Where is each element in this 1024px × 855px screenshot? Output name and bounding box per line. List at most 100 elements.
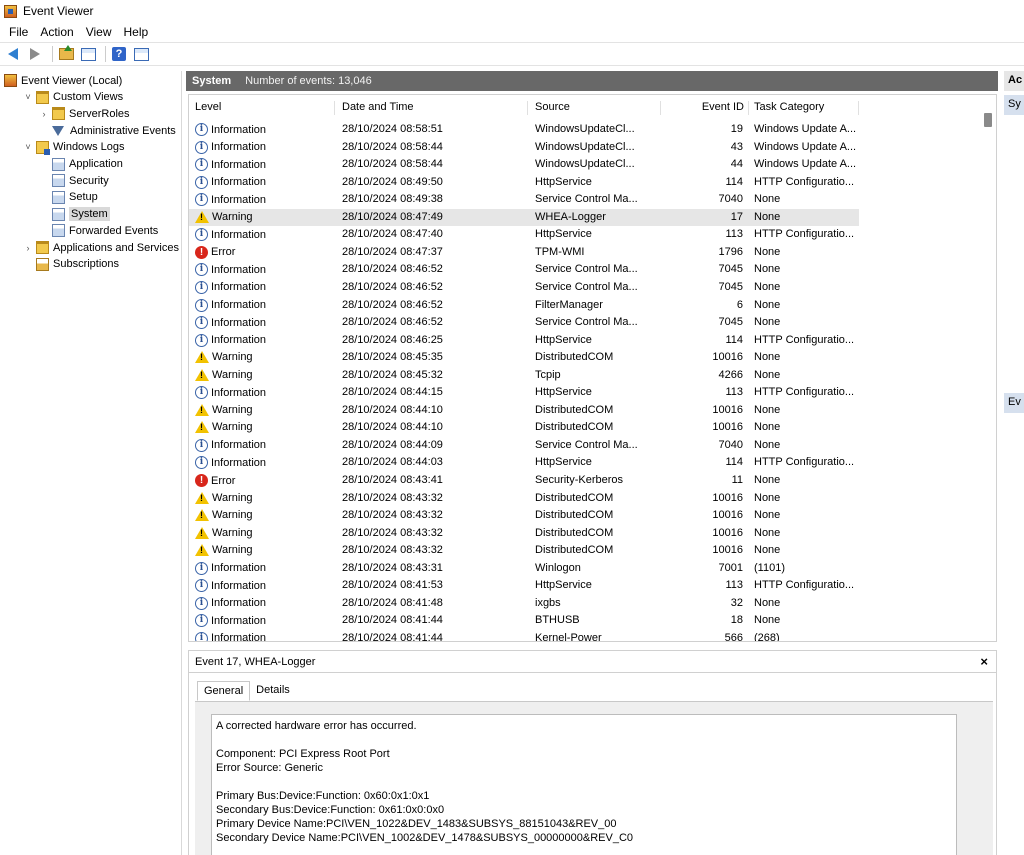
tree-item-event-viewer-local-[interactable]: Event Viewer (Local) — [4, 72, 122, 89]
table-row[interactable]: i Information 28/10/2024 08:47:40 HttpServi… — [189, 226, 859, 244]
column-task-category[interactable]: Task Category — [754, 101, 859, 115]
column-event-id[interactable]: Event ID — [661, 101, 749, 115]
expand-icon[interactable]: › — [22, 243, 34, 253]
table-row[interactable]: Warning 28/10/2024 08:43:32 DistributedCOM… — [189, 507, 859, 525]
folder-up-icon — [58, 45, 74, 60]
table-row[interactable]: i Information 28/10/2024 08:44:03 HttpServi… — [189, 454, 859, 472]
vertical-scrollbar[interactable] — [980, 95, 996, 641]
table-row[interactable]: Warning 28/10/2024 08:47:49 WHEA-Logger 17 N… — [189, 208, 859, 227]
event-id-cell: 10016 — [712, 491, 743, 504]
information-icon: i — [195, 456, 208, 470]
help-button[interactable]: ? — [110, 45, 128, 63]
table-row[interactable]: Warning 28/10/2024 08:44:10 DistributedCOM… — [189, 419, 859, 437]
tree-item-label: Forwarded Events — [69, 224, 159, 237]
column-source[interactable]: Source — [535, 101, 661, 115]
table-row[interactable]: Warning 28/10/2024 08:44:10 DistributedCOM… — [189, 402, 859, 420]
table-row[interactable]: i Information 28/10/2024 08:58:44 WindowsUp… — [189, 139, 859, 157]
task-category-cell: HTTP Configuratio... — [754, 579, 855, 592]
column-level[interactable]: Level — [195, 101, 335, 115]
date-cell: 28/10/2024 08:49:38 — [342, 193, 443, 206]
tree-item-applications-and-services-logs[interactable]: › Applications and Services Logs — [22, 239, 181, 256]
level-cell: i Information — [195, 614, 335, 628]
tree-item-custom-views[interactable]: ˅ Custom Views — [22, 89, 123, 106]
actions-section-system[interactable]: Sy — [1004, 95, 1024, 115]
table-row[interactable]: i Information 28/10/2024 08:46:52 Service C… — [189, 261, 859, 279]
level-cell: i Information — [195, 438, 335, 452]
scrollbar-thumb[interactable] — [984, 113, 992, 127]
table-row[interactable]: i Information 28/10/2024 08:41:53 HttpServi… — [189, 577, 859, 595]
actions-header: Ac — [1004, 71, 1024, 91]
table-row[interactable]: ! Error 28/10/2024 08:47:37 TPM-WMI 1796 None — [189, 244, 859, 262]
tree-item-forwarded-events[interactable]: Forwarded Events — [38, 222, 158, 239]
menu-view[interactable]: View — [81, 25, 117, 39]
event-id-cell: 1796 — [718, 245, 743, 258]
tree-item-setup[interactable]: Setup — [38, 189, 98, 206]
menu-file[interactable]: File — [4, 25, 33, 39]
date-cell: 28/10/2024 08:41:44 — [342, 614, 443, 627]
show-hide-tree-button[interactable] — [79, 45, 97, 63]
table-row[interactable]: i Information 28/10/2024 08:41:44 BTHUSB 18 N… — [189, 612, 859, 630]
up-level-button[interactable] — [57, 45, 75, 63]
date-cell: 28/10/2024 08:43:32 — [342, 526, 443, 539]
level-cell: i Information — [195, 263, 335, 277]
tree-item-serverroles[interactable]: › ServerRoles — [38, 105, 130, 122]
task-category-cell: (268) — [754, 631, 780, 642]
back-button[interactable] — [4, 45, 22, 63]
detail-header: Event 17, WHEA-Logger × — [189, 651, 996, 673]
table-row[interactable]: i Information 28/10/2024 08:46:52 Service C… — [189, 314, 859, 332]
tab-general[interactable]: General — [197, 681, 251, 701]
level-cell: i Information — [195, 316, 335, 330]
table-row[interactable]: i Information 28/10/2024 08:49:38 Service C… — [189, 191, 859, 209]
column-date-time[interactable]: Date and Time — [342, 101, 528, 115]
task-category-cell: HTTP Configuratio... — [754, 333, 855, 346]
level-cell: Warning — [195, 544, 335, 557]
table-row[interactable]: i Information 28/10/2024 08:58:51 WindowsUp… — [189, 121, 859, 139]
expand-icon[interactable]: ˅ — [22, 92, 34, 102]
tree-item-application[interactable]: Application — [38, 156, 123, 173]
menu-action[interactable]: Action — [35, 25, 78, 39]
menu-help[interactable]: Help — [119, 25, 154, 39]
table-row[interactable]: i Information 28/10/2024 08:41:44 Kernel-Po… — [189, 630, 859, 642]
tab-details[interactable]: Details — [250, 681, 296, 701]
table-row[interactable]: i Information 28/10/2024 08:44:15 HttpServi… — [189, 384, 859, 402]
table-row[interactable]: i Information 28/10/2024 08:49:50 HttpServi… — [189, 174, 859, 192]
source-cell: HttpService — [535, 456, 592, 469]
expand-icon[interactable]: ˅ — [22, 142, 34, 152]
table-row[interactable]: i Information 28/10/2024 08:58:44 WindowsUp… — [189, 156, 859, 174]
tree-item-windows-logs[interactable]: ˅ Windows Logs — [22, 139, 125, 156]
table-row[interactable]: ! Error 28/10/2024 08:43:41 Security-Kerber… — [189, 472, 859, 490]
table-row[interactable]: Warning 28/10/2024 08:43:32 DistributedCOM… — [189, 490, 859, 508]
level-text: Warning — [212, 491, 253, 504]
table-row[interactable]: i Information 28/10/2024 08:43:31 Winlogon 7… — [189, 560, 859, 578]
tree-item-security[interactable]: Security — [38, 172, 109, 189]
level-cell: i Information — [195, 140, 335, 154]
table-row[interactable]: i Information 28/10/2024 08:46:52 FilterMan… — [189, 297, 859, 315]
tree-item-administrative-events[interactable]: Administrative Events — [38, 122, 176, 139]
level-text: Information — [211, 316, 267, 329]
table-row[interactable]: i Information 28/10/2024 08:46:52 Service C… — [189, 279, 859, 297]
task-category-cell: Windows Update A... — [754, 158, 857, 171]
actions-section-event[interactable]: Ev — [1004, 393, 1024, 413]
level-text: Information — [211, 281, 267, 294]
expand-icon[interactable]: › — [38, 109, 50, 119]
show-hide-action-pane-button[interactable] — [132, 45, 150, 63]
table-row[interactable]: i Information 28/10/2024 08:41:48 ixgbs 32 No… — [189, 595, 859, 613]
table-row[interactable]: Warning 28/10/2024 08:43:32 DistributedCOM… — [189, 525, 859, 543]
warning-icon — [195, 421, 209, 434]
close-icon[interactable]: × — [980, 654, 988, 669]
description-line — [216, 775, 952, 789]
tree-item-label: Application — [69, 158, 123, 170]
table-row[interactable]: i Information 28/10/2024 08:46:25 HttpServi… — [189, 332, 859, 350]
table-row[interactable]: i Information 28/10/2024 08:44:09 Service C… — [189, 437, 859, 455]
event-list-header: Level Date and Time Source Event ID Task… — [189, 95, 859, 121]
tree-item-system[interactable]: System — [38, 206, 110, 223]
forward-button[interactable] — [26, 45, 44, 63]
warning-icon — [195, 544, 209, 557]
table-row[interactable]: Warning 28/10/2024 08:45:35 DistributedCOM… — [189, 349, 859, 367]
event-id-cell: 10016 — [712, 544, 743, 557]
table-row[interactable]: Warning 28/10/2024 08:45:32 Tcpip 4266 None — [189, 367, 859, 385]
tree-item-subscriptions[interactable]: Subscriptions — [22, 256, 119, 273]
table-row[interactable]: Warning 28/10/2024 08:43:32 DistributedCOM… — [189, 542, 859, 560]
description-line: Error Source: Generic — [216, 762, 323, 774]
information-icon: i — [195, 614, 208, 628]
